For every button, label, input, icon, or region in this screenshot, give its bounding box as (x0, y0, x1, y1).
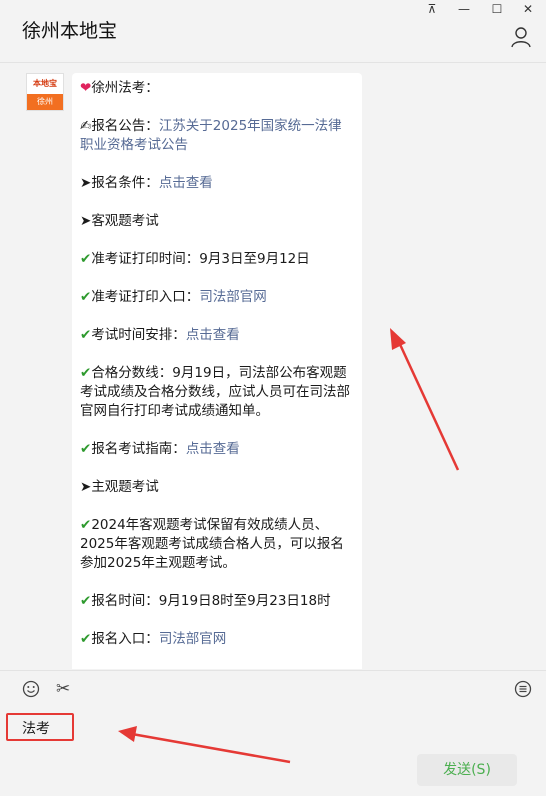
close-icon[interactable]: ✕ (518, 2, 538, 16)
message-item: ✍报名公告：江苏关于2025年国家统一法律职业资格考试公告 (80, 118, 342, 153)
check-icon: ✔ (80, 365, 92, 381)
user-profile-icon[interactable] (510, 26, 532, 48)
message-item: ✔报名考试指南：点击查看 (80, 441, 240, 457)
message-input-text[interactable]: 法考 (6, 713, 74, 741)
pin-icon[interactable]: ⊼ (422, 2, 442, 16)
message-item: ✔报名时间：9月19日8时至9月23日18时 (80, 593, 331, 609)
check-icon: ✔ (80, 441, 92, 457)
chat-history-icon[interactable] (514, 680, 532, 698)
avatar[interactable]: 本地宝 徐州 (26, 73, 64, 111)
writing-hand-icon: ✍ (80, 118, 92, 134)
admission-ticket-link[interactable]: 司法部官网 (199, 289, 267, 305)
maximize-icon[interactable]: ☐ (487, 2, 507, 16)
send-button[interactable]: 发送(S) (417, 754, 517, 786)
check-icon: ✔ (80, 289, 92, 305)
check-icon: ✔ (80, 327, 92, 343)
arrow-icon: ➤ (80, 175, 92, 191)
message-item: ✔准考证打印时间：9月3日至9月12日 (80, 251, 310, 267)
message-heading: ❤徐州法考： (80, 80, 159, 96)
screenshot-scissors-icon[interactable]: ✂ (56, 679, 70, 699)
message-item: ➤报名条件：点击查看 (80, 175, 213, 191)
message-item: ✔2024年客观题考试保留有效成绩人员、2025年客观题考试成绩合格人员，可以报… (80, 517, 344, 571)
input-toolbar: ✂ (0, 670, 546, 705)
check-icon: ✔ (80, 631, 92, 647)
message-input-area[interactable]: 法考 发送(S) (0, 705, 546, 796)
message-item: ➤客观题考试 (80, 213, 159, 229)
check-icon: ✔ (80, 593, 92, 609)
avatar-logo-text: 本地宝 (33, 79, 57, 88)
conditions-link[interactable]: 点击查看 (159, 175, 213, 191)
guide-link[interactable]: 点击查看 (186, 441, 240, 457)
title-bar: 徐州本地宝 ⊼ — ☐ ✕ (0, 0, 546, 63)
message-item: ➤主观题考试 (80, 479, 159, 495)
schedule-link[interactable]: 点击查看 (186, 327, 240, 343)
message-item: ✔报名入口：司法部官网 (80, 631, 227, 647)
minimize-icon[interactable]: — (454, 2, 474, 16)
check-icon: ✔ (80, 251, 92, 267)
heart-icon: ❤ (80, 80, 92, 96)
arrow-icon: ➤ (80, 213, 92, 229)
message-item: ✔考试时间安排：点击查看 (80, 327, 240, 343)
registration-link[interactable]: 司法部官网 (159, 631, 227, 647)
check-icon: ✔ (80, 517, 92, 533)
window-title: 徐州本地宝 (22, 20, 118, 42)
chat-area[interactable]: 本地宝 徐州 ❤徐州法考： ✍报名公告：江苏关于2025年国家统一法律职业资格考… (0, 63, 546, 669)
message-bubble: ❤徐州法考： ✍报名公告：江苏关于2025年国家统一法律职业资格考试公告 ➤报名… (72, 73, 362, 669)
message-item: ✔合格分数线：9月19日，司法部公布客观题考试成绩及合格分数线，应试人员可在司法… (80, 365, 350, 419)
emoji-icon[interactable] (22, 680, 40, 698)
arrow-icon: ➤ (80, 479, 92, 495)
avatar-city-text: 徐州 (27, 94, 63, 110)
message-item: ✔准考证打印入口：司法部官网 (80, 289, 267, 305)
